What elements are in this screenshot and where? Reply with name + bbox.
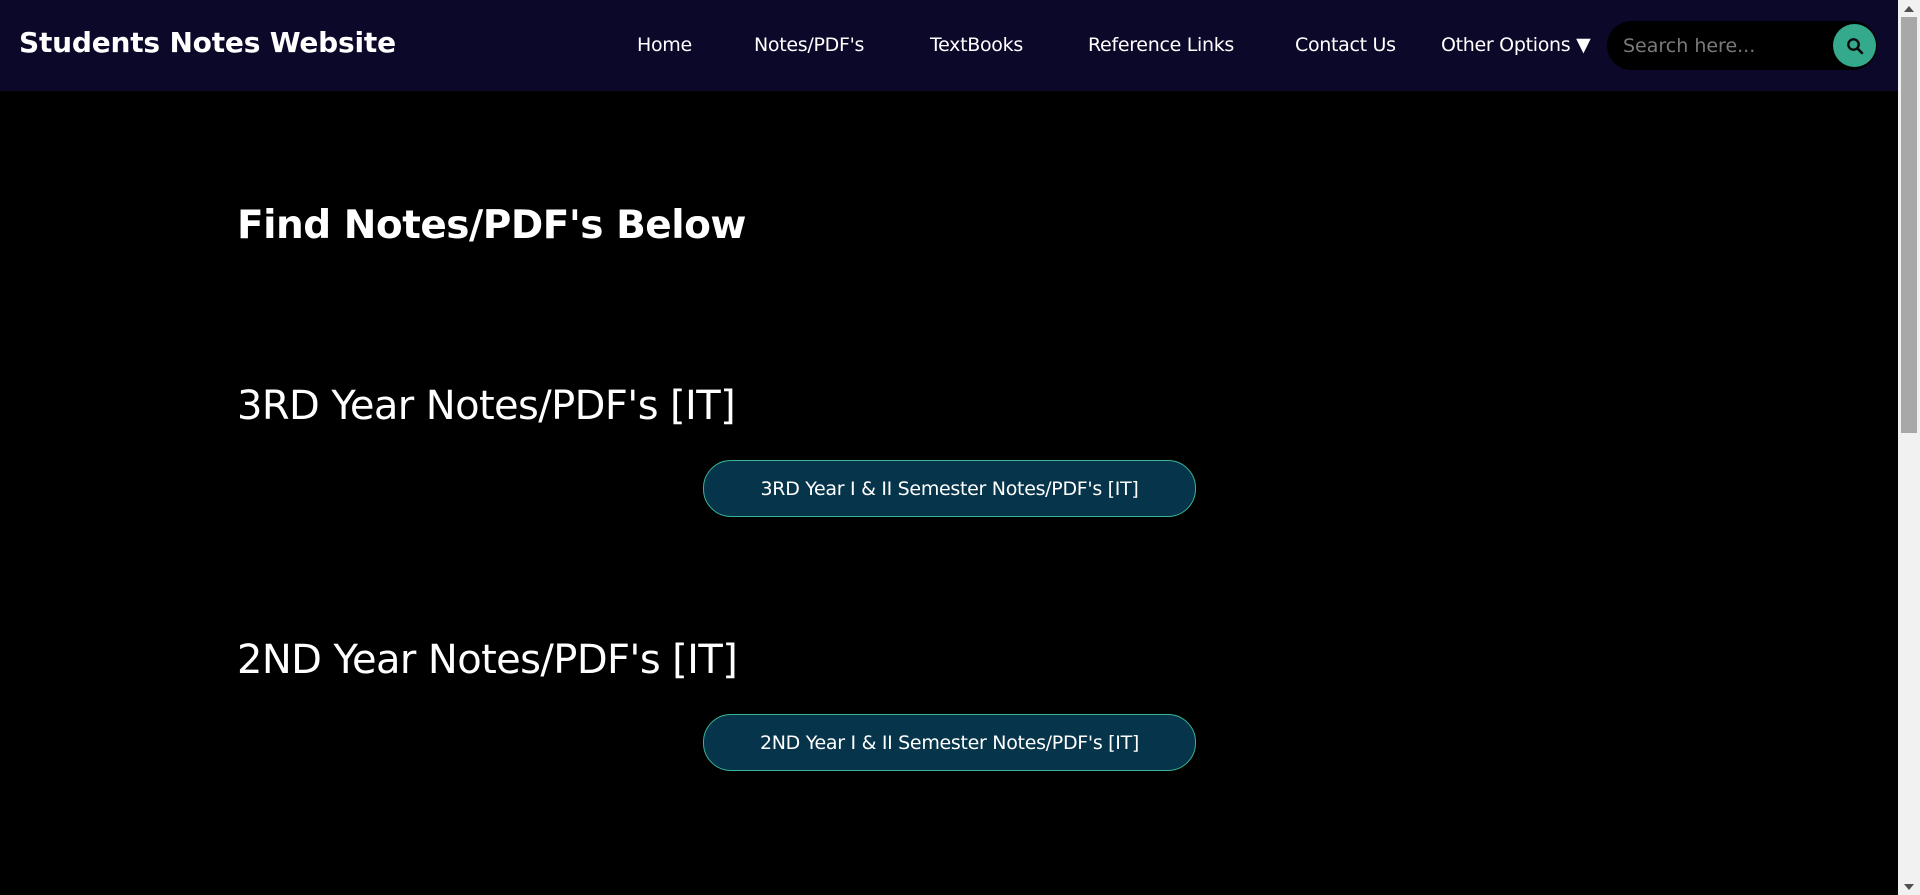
section-heading-3rd-year: 3RD Year Notes/PDF's [IT] — [237, 383, 736, 429]
scroll-down-button[interactable] — [1898, 878, 1920, 895]
vertical-scrollbar[interactable] — [1898, 0, 1920, 895]
site-brand[interactable]: Students Notes Website — [19, 26, 396, 59]
search-bar — [1607, 21, 1877, 70]
top-navbar: Students Notes Website Home Notes/PDF's … — [0, 0, 1898, 91]
scroll-down-arrow-icon — [1904, 883, 1914, 890]
search-icon — [1846, 37, 1863, 54]
nav-contact-us-link[interactable]: Contact Us — [1295, 34, 1396, 56]
nav-home-link[interactable]: Home — [637, 34, 692, 56]
search-button[interactable] — [1833, 24, 1876, 67]
section-heading-2nd-year: 2ND Year Notes/PDF's [IT] — [237, 637, 738, 683]
page-heading: Find Notes/PDF's Below — [237, 203, 746, 248]
scroll-up-arrow-icon — [1904, 5, 1914, 12]
scrollbar-thumb[interactable] — [1901, 17, 1917, 433]
scroll-up-button[interactable] — [1898, 0, 1920, 17]
3rd-year-notes-button[interactable]: 3RD Year I & II Semester Notes/PDF's [IT… — [703, 460, 1196, 517]
2nd-year-notes-button[interactable]: 2ND Year I & II Semester Notes/PDF's [IT… — [703, 714, 1196, 771]
nav-notes-link[interactable]: Notes/PDF's — [754, 34, 864, 56]
nav-reference-links-link[interactable]: Reference Links — [1088, 34, 1234, 56]
nav-textbooks-link[interactable]: TextBooks — [930, 34, 1023, 56]
nav-other-options-dropdown[interactable]: Other Options ▼ — [1441, 34, 1591, 56]
search-input[interactable] — [1623, 21, 1813, 70]
